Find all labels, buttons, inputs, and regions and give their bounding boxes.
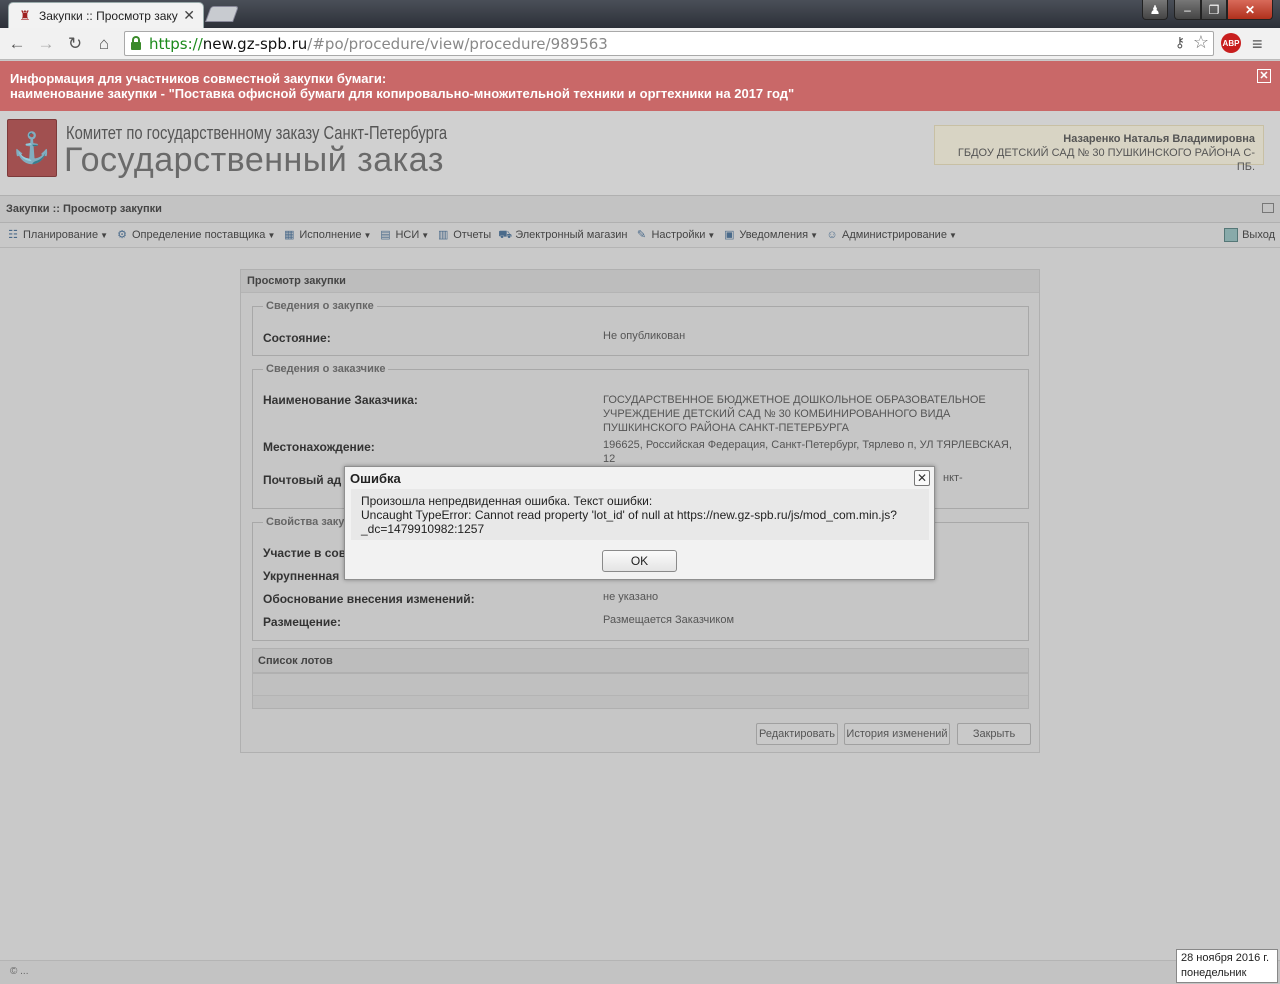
tab-title: Закупки :: Просмотр заку [39,8,178,23]
favicon-icon: ♜ [19,7,31,23]
maximize-button[interactable]: ❐ [1201,0,1227,20]
banner-line1: Информация для участников совместной зак… [10,71,387,86]
book-icon: ▤ [380,229,391,241]
coat-of-arms-logo: ⚓ [7,119,57,177]
browser-menu-icon[interactable]: ≡ [1252,34,1263,55]
reload-icon[interactable]: ↻ [65,34,85,54]
clock-weekday: понедельник [1181,967,1247,979]
user-organization: ГБДОУ ДЕТСКИЙ САД № 30 ПУШКИНСКОГО РАЙОН… [957,147,1255,173]
lots-list-title: Список лотов [252,648,1029,673]
error-message: Произошла непредвиденная ошибка. Текст о… [351,489,929,540]
exit-icon [1224,228,1239,242]
bookmark-star-icon[interactable]: ☆ [1193,32,1209,53]
banner-close-icon[interactable]: ✕ [1257,69,1271,83]
user-icon: ☺ [826,229,838,241]
change-reason-label: Обоснование внесения изменений: [263,592,475,606]
planning-icon: ☷ [8,229,18,241]
menu-item-supplier[interactable]: ⚙ Определение поставщика ▼ [115,228,275,242]
ok-button[interactable]: OK [602,550,677,572]
error-dialog-title: Ошибка [350,471,401,486]
info-banner: Информация для участников совместной зак… [0,61,1280,111]
change-reason-value: не указано [603,591,659,603]
menu-item-reports[interactable]: ▥ Отчеты [436,228,491,242]
location-value: 196625, Российская Федерация, Санкт-Пете… [603,439,1012,465]
copyright-text: © ... [10,966,29,977]
customer-name-value: ГОСУДАРСТВЕННОЕ БЮДЖЕТНОЕ ДОШКОЛЬНОЕ ОБР… [603,394,986,434]
properties-legend: Свойства заку [266,516,345,528]
purchase-info-legend: Сведения о закупке [266,300,374,312]
error-dialog: Ошибка ✕ Произошла непредвиденная ошибка… [344,466,935,580]
user-name: Назаренко Наталья Владимировна [1063,133,1255,145]
postal-address-value: нкт- [943,472,963,484]
state-value: Не опубликован [603,330,686,342]
error-line-2: Uncaught TypeError: Cannot read property… [361,508,897,522]
error-line-3: _dc=1479910982:1257 [361,522,485,536]
status-bar: © ... [0,960,1280,984]
placement-label: Размещение: [263,615,341,629]
new-tab-button[interactable] [205,6,239,22]
state-label: Состояние: [263,331,331,345]
user-info: Назаренко Наталья Владимировна ГБДОУ ДЕТ… [934,125,1264,173]
lots-grid [252,673,1029,709]
dialog-close-icon[interactable]: ✕ [914,470,930,486]
menu-item-execution[interactable]: ▦ Исполнение ▼ [282,228,371,242]
site-title: Государственный заказ [64,141,444,179]
cart-icon: ⛟ [498,229,513,241]
exit-button[interactable]: Выход [1224,228,1275,242]
consolidated-label: Укрупненная [263,569,340,583]
close-button[interactable]: Закрыть [957,723,1031,745]
home-icon[interactable]: ⌂ [94,34,114,54]
edit-button[interactable]: Редактировать [756,723,838,745]
customer-name-label: Наименование Заказчика: [263,393,418,407]
tab-close-icon[interactable]: ✕ [183,7,195,24]
view-panel-title: Просмотр закупки [241,270,1039,293]
menu-item-admin[interactable]: ☺ Администрирование ▼ [825,228,956,242]
menu-item-notifications[interactable]: ▣ Уведомления ▼ [722,228,818,242]
gears-icon: ⚙ [117,229,127,241]
purchase-info-section: Сведения о закупке Состояние: Не опублик… [252,300,1029,356]
participation-label: Участие в сов [263,546,347,560]
collapse-icon[interactable] [1262,203,1274,213]
lock-icon [131,36,141,50]
panel-title-bar: Закупки :: Просмотр закупки [0,195,1280,223]
menu-item-planning[interactable]: ☷ Планирование ▼ [6,228,108,242]
postal-address-label: Почтовый ад [263,473,342,487]
panel-title: Закупки :: Просмотр закупки [6,203,162,215]
address-bar[interactable]: https://new.gz-spb.ru/#po/procedure/view… [124,31,1214,56]
customer-info-legend: Сведения о заказчике [266,363,386,375]
menu-item-nsi[interactable]: ▤ НСИ ▼ [378,228,429,242]
browser-tab[interactable]: ♜ Закупки :: Просмотр заку ✕ [8,2,204,28]
key-icon[interactable]: ⚷ [1175,34,1185,51]
wrench-icon: ✎ [636,229,647,241]
window-controls: ♟ – ❐ ✕ [1142,0,1273,20]
execution-icon: ▦ [284,229,295,241]
error-line-1: Произошла непредвиденная ошибка. Текст о… [361,494,653,508]
menu-item-settings[interactable]: ✎ Настройки ▼ [634,228,715,242]
forward-arrow-icon[interactable]: → [36,34,56,54]
history-button[interactable]: История изменений [844,723,950,745]
placement-value: Размещается Заказчиком [603,614,735,626]
profile-icon[interactable]: ♟ [1142,0,1168,20]
back-arrow-icon[interactable]: ← [7,34,27,54]
taskbar-clock: 28 ноября 2016 г. понедельник [1176,949,1278,983]
adblock-icon[interactable]: ABP [1221,33,1241,53]
notification-icon: ▣ [724,229,735,241]
clock-date: 28 ноября 2016 г. [1181,952,1269,964]
minimize-button[interactable]: – [1174,0,1201,20]
site-header: ⚓ Комитет по государственному заказу Сан… [0,111,1280,195]
menu-item-eshop[interactable]: ⛟ Электронный магазин [498,228,627,242]
browser-titlebar: ♜ Закупки :: Просмотр заку ✕ ♟ – ❐ ✕ [0,0,1280,28]
main-menu: ☷ Планирование ▼ ⚙ Определение поставщика ▼ … [0,223,1280,248]
lots-grid-header [253,674,1028,696]
report-icon: ▥ [437,229,449,241]
location-label: Местонахождение: [263,440,375,454]
banner-line2: наименование закупки - "Поставка офисной… [10,86,795,101]
window-close-button[interactable]: ✕ [1227,0,1273,20]
url-text: https://new.gz-spb.ru/#po/procedure/view… [149,35,608,53]
